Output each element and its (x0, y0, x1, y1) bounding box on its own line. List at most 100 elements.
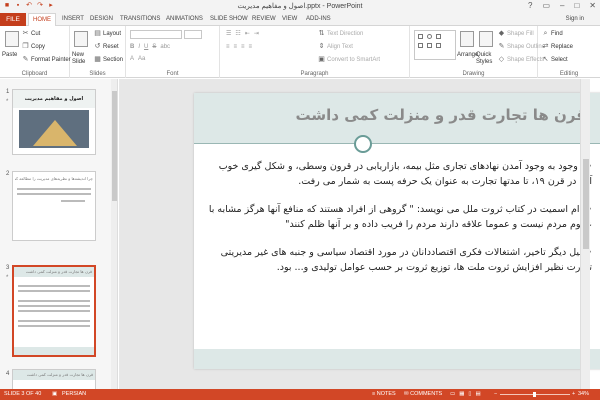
new-slide-icon[interactable] (74, 31, 88, 47)
tab-home[interactable]: HOME (28, 13, 56, 27)
oval-shape-icon[interactable] (427, 34, 432, 39)
reset-button[interactable]: ↺ Reset (94, 43, 119, 50)
select-button[interactable]: ↖ Select (542, 56, 568, 63)
tab-animations[interactable]: ANIMATIONS (162, 13, 207, 26)
notes-button[interactable]: ≡ NOTES (372, 389, 396, 400)
font-color-icon[interactable]: A (130, 56, 134, 62)
justify-icon[interactable]: ≡ (249, 44, 253, 50)
effects-icon: ◇ (498, 56, 505, 63)
align-text-button[interactable]: ⇕ Align Text (318, 43, 353, 50)
thumbnail-number: 2 (6, 171, 10, 177)
paste-button[interactable]: Paste (2, 52, 17, 58)
footer-band (194, 349, 600, 369)
window-title: اصول و مفاهیم مدیریت.pptx - PowerPoint (237, 3, 363, 10)
triangle-shape-icon[interactable] (427, 43, 432, 48)
numbering-icon[interactable]: ☷ (235, 30, 240, 37)
copy-button[interactable]: ❐ Copy (22, 43, 45, 50)
align-center-icon[interactable]: ≡ (234, 44, 238, 50)
current-slide[interactable]: قرن ها تجارت قدر و منزلت کمی داشت •با وج… (194, 93, 600, 369)
quick-styles-icon[interactable] (479, 31, 493, 47)
thumbnail-number: 3 (6, 265, 10, 271)
maximize-icon[interactable]: □ (574, 1, 579, 10)
bold-icon[interactable]: B (130, 44, 134, 50)
close-icon[interactable]: ✕ (589, 1, 596, 10)
slide-thumbnail-3-selected[interactable]: قرن ها تجارت قدر و منزلت کمی داشت (12, 265, 96, 357)
tab-view[interactable]: VIEW (278, 13, 301, 26)
select-icon: ↖ (542, 56, 549, 63)
textbox-shape-icon[interactable] (436, 34, 441, 39)
align-left-icon[interactable]: ≡ (226, 44, 230, 50)
editing-label: Editing (559, 71, 579, 77)
thumbnail-title: اصول و مفاهیم مدیریت (13, 90, 95, 108)
convert-smartart-button[interactable]: ▣ Convert to SmartArt (318, 56, 380, 63)
font-size-box[interactable] (184, 30, 202, 39)
editing-group: ⌕ Find ⇄ Replace ↖ Select Editing (538, 26, 600, 78)
star-shape-icon[interactable] (436, 43, 441, 48)
highlight-icon[interactable]: Aa (138, 56, 145, 62)
zoom-in-icon[interactable]: + (572, 389, 575, 400)
section-label: Section (103, 56, 124, 63)
shapes-gallery[interactable] (414, 30, 456, 60)
comments-button[interactable]: ✉ COMMENTS (404, 389, 442, 400)
status-bar: SLIDE 3 OF 40 ▣ PERSIAN ≡ NOTES ✉ COMMEN… (0, 389, 600, 400)
scrollbar-thumb[interactable] (112, 91, 117, 201)
tab-file[interactable]: FILE (0, 13, 26, 26)
rectangle-shape-icon[interactable] (418, 34, 423, 39)
align-right-icon[interactable]: ≡ (241, 44, 245, 50)
text-direction-button[interactable]: ⇅ Text Direction (318, 30, 364, 37)
increase-indent-icon[interactable]: ⇥ (254, 30, 259, 37)
strikethrough-icon[interactable]: S (152, 44, 156, 50)
italic-icon[interactable]: I (138, 44, 140, 50)
slide-title[interactable]: قرن ها تجارت قدر و منزلت کمی داشت (296, 106, 586, 124)
slide-thumbnail-2[interactable]: چرا اندیشه‌ها و نظریه‌های مدیریت را مطال… (12, 171, 96, 241)
ribbon-tabs: FILE HOME INSERT DESIGN TRANSITIONS ANIM… (0, 13, 600, 27)
minimize-icon[interactable]: – (560, 1, 564, 10)
tab-transitions[interactable]: TRANSITIONS (116, 13, 164, 26)
bullets-icon[interactable]: ☰ (226, 30, 231, 37)
slide-content-placeholder[interactable]: •با وجود به وجود آمدن نهادهای تجاری مثل … (206, 159, 592, 288)
layout-button[interactable]: ▤ Layout (94, 30, 121, 37)
slide-thumbnail-4[interactable]: قرن ها تجارت قدر و منزلت کمی داشت (12, 369, 96, 389)
zoom-out-icon[interactable]: − (494, 389, 497, 400)
scrollbar-thumb[interactable] (583, 159, 589, 249)
underline-icon[interactable]: U (144, 44, 148, 50)
shape-fill-button[interactable]: ◆ Shape Fill (498, 30, 534, 37)
reset-label: Reset (103, 43, 119, 50)
text-direction-icon: ⇅ (318, 30, 325, 37)
ribbon-display-icon[interactable]: ▭ (542, 1, 550, 10)
zoom-level[interactable]: 34% (578, 389, 589, 400)
list-row: ☰ ☷ ⇤ ⇥ (226, 30, 259, 37)
help-icon[interactable]: ? (528, 1, 532, 10)
tab-insert[interactable]: INSERT (58, 13, 88, 26)
new-slide-button[interactable]: New Slide (72, 52, 94, 66)
replace-button[interactable]: ⇄ Replace (542, 43, 573, 50)
slides-group: New Slide ▤ Layout ↺ Reset ▦ Section Slides (70, 26, 126, 78)
format-painter-button[interactable]: ✎ Format Painter (22, 56, 71, 63)
font-name-box[interactable] (130, 30, 182, 39)
reset-icon: ↺ (94, 43, 101, 50)
bullet-paragraph-3: •دلیل دیگر تاخیر، اشتغالات فکری اقتصاددا… (220, 247, 592, 273)
find-button[interactable]: ⌕ Find (542, 30, 563, 37)
zoom-slider-knob[interactable] (533, 392, 536, 397)
decrease-indent-icon[interactable]: ⇤ (245, 30, 250, 37)
cut-button[interactable]: ✂ Cut (22, 30, 41, 37)
tab-add-ins[interactable]: ADD-INS (302, 13, 335, 26)
tab-design[interactable]: DESIGN (86, 13, 117, 26)
quick-styles-button[interactable]: Quick Styles (476, 52, 498, 66)
section-button[interactable]: ▦ Section (94, 56, 123, 63)
window-controls: ? ▭ – □ ✕ (528, 1, 596, 10)
tab-review[interactable]: REVIEW (248, 13, 280, 26)
arrange-icon[interactable] (460, 31, 474, 47)
spellcheck-icon[interactable]: ▣ (52, 389, 57, 400)
normal-view-icon[interactable]: ▭ (450, 391, 459, 397)
paste-icon[interactable] (5, 31, 19, 47)
slide-thumbnail-1[interactable]: اصول و مفاهیم مدیریت (12, 89, 96, 155)
slideshow-view-icon[interactable]: ▤ (475, 391, 484, 397)
slide-scrollbar[interactable] (580, 79, 590, 389)
sign-in-link[interactable]: Sign in (566, 13, 584, 26)
tab-slide-show[interactable]: SLIDE SHOW (206, 13, 252, 26)
thumbnails-scrollbar[interactable] (111, 79, 117, 389)
language-indicator[interactable]: PERSIAN (62, 389, 86, 400)
shadow-icon[interactable]: abc (160, 44, 170, 50)
arrow-shape-icon[interactable] (418, 43, 423, 48)
